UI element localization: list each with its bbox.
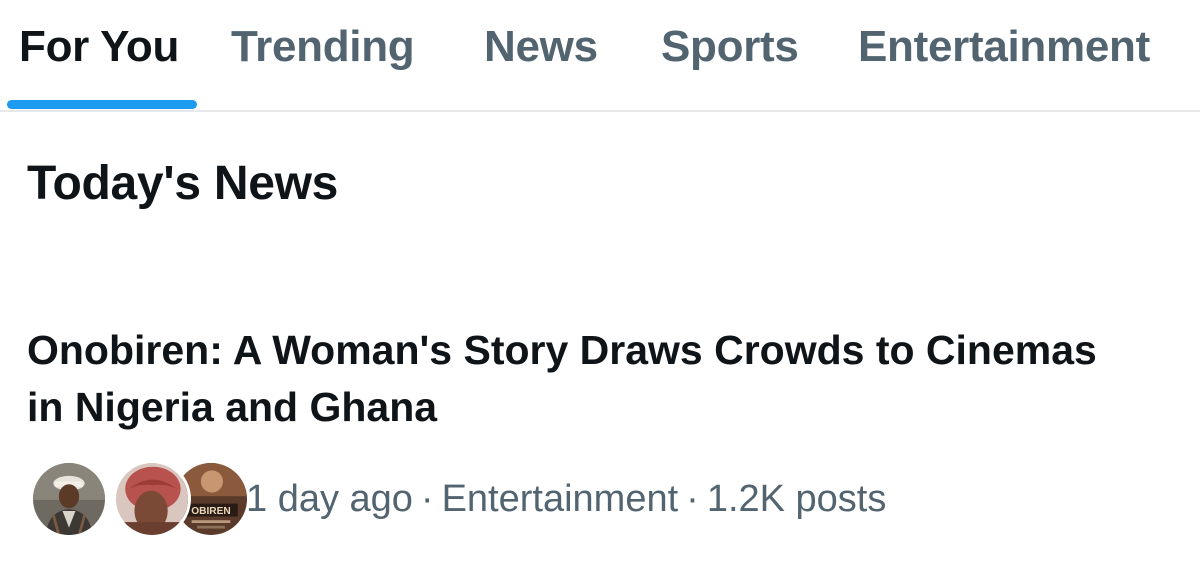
woman-red-headwrap-icon (113, 460, 191, 538)
story-meta-text: 1 day ago · Entertainment · 1.2K posts (246, 478, 886, 521)
story-time: 1 day ago (246, 478, 413, 520)
section-title: Today's News (27, 157, 339, 210)
tab-bar: For You Trending News Sports Entertainme… (0, 0, 1200, 112)
story-meta: OBIREN 1 day ago · Entertainment · 1.2K … (30, 460, 1170, 540)
tab-trending[interactable]: Trending (231, 22, 415, 72)
tab-news[interactable]: News (484, 22, 598, 72)
meta-separator: · (420, 478, 434, 520)
person-portrait-icon (30, 460, 108, 538)
avatar-stack: OBIREN (30, 460, 250, 540)
tab-entertainment[interactable]: Entertainment (858, 22, 1150, 72)
active-tab-indicator (7, 100, 197, 109)
story-category[interactable]: Entertainment (442, 478, 679, 520)
news-headline[interactable]: Onobiren: A Woman's Story Draws Crowds t… (27, 322, 1127, 436)
story-post-count: 1.2K posts (706, 478, 887, 520)
poster-title-text: OBIREN (191, 506, 230, 517)
tab-sports[interactable]: Sports (661, 22, 799, 72)
tab-for-you[interactable]: For You (19, 22, 179, 72)
meta-separator: · (686, 478, 699, 520)
